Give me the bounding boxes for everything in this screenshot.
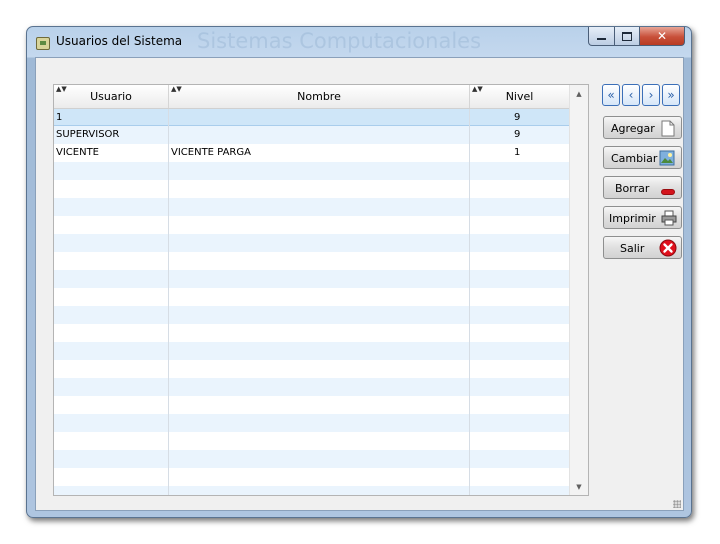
borrar-label: Borrar	[615, 182, 650, 195]
caption-buttons: ✕	[588, 27, 685, 46]
minus-icon	[661, 185, 675, 198]
agregar-label: Agregar	[611, 122, 655, 135]
resize-grip-icon[interactable]	[673, 500, 681, 508]
table-row[interactable]: VICENTE VICENTE PARGA 1	[54, 144, 569, 162]
users-grid[interactable]: 1 9 SUPERVISOR 9 VICENTE VICENTE PARGA 1	[53, 84, 589, 496]
agregar-button[interactable]: Agregar	[603, 116, 682, 139]
sort-icon: ▲▼	[171, 85, 182, 93]
table-header: ▲▼ Usuario ▲▼ Nombre ▲▼ Nivel	[54, 85, 569, 109]
exit-icon	[659, 239, 677, 260]
new-document-icon	[661, 120, 675, 140]
cell-nivel: 9	[514, 129, 521, 140]
maximize-icon	[622, 31, 632, 41]
stripe-row	[54, 450, 569, 468]
stripe-row	[54, 162, 569, 180]
cell-usuario: VICENTE	[56, 147, 99, 158]
next-record-button[interactable]: ›	[642, 84, 660, 106]
cambiar-button[interactable]: Cambiar	[603, 146, 682, 169]
header-label: Nombre	[297, 90, 341, 103]
cell-nivel: 9	[514, 112, 521, 123]
stripe-row	[54, 486, 569, 495]
window-title: Usuarios del Sistema	[56, 34, 183, 48]
title-watermark: Sistemas Computacionales	[197, 29, 482, 53]
header-nombre[interactable]: ▲▼ Nombre	[169, 85, 470, 108]
minimize-icon	[597, 38, 606, 40]
double-chevron-left-icon: «	[607, 88, 615, 102]
minimize-button[interactable]	[588, 27, 615, 46]
salir-label: Salir	[620, 242, 645, 255]
stripe-row	[54, 270, 569, 288]
chevron-right-icon: ›	[648, 88, 654, 102]
header-usuario[interactable]: ▲▼ Usuario	[54, 85, 169, 108]
users-window: Sistemas Computacionales Usuarios del Si…	[26, 26, 692, 518]
title-bar[interactable]: Sistemas Computacionales Usuarios del Si…	[27, 27, 691, 56]
imprimir-button[interactable]: Imprimir	[603, 206, 682, 229]
sort-icon: ▲▼	[472, 85, 483, 93]
vertical-scrollbar[interactable]: ▲ ▼	[569, 85, 588, 495]
record-navigation: « ‹ › »	[602, 84, 680, 106]
column-divider	[168, 108, 169, 495]
scroll-up-icon[interactable]: ▲	[570, 85, 588, 102]
header-nivel[interactable]: ▲▼ Nivel	[470, 85, 569, 108]
window-client-area: 1 9 SUPERVISOR 9 VICENTE VICENTE PARGA 1	[35, 57, 684, 511]
table-row[interactable]: SUPERVISOR 9	[54, 126, 569, 144]
cell-usuario: SUPERVISOR	[56, 129, 120, 140]
borrar-button[interactable]: Borrar	[603, 176, 682, 199]
last-record-button[interactable]: »	[662, 84, 680, 106]
close-button[interactable]: ✕	[640, 27, 685, 46]
header-label: Usuario	[90, 90, 132, 103]
stripe-row	[54, 306, 569, 324]
column-divider	[469, 108, 470, 495]
double-chevron-right-icon: »	[667, 88, 675, 102]
cell-usuario: 1	[56, 112, 63, 123]
grid-body: 1 9 SUPERVISOR 9 VICENTE VICENTE PARGA 1	[54, 85, 569, 495]
stripe-row	[54, 234, 569, 252]
salir-button[interactable]: Salir	[603, 236, 682, 259]
stripe-row	[54, 414, 569, 432]
cell-nombre: VICENTE PARGA	[171, 147, 251, 158]
printer-icon	[661, 210, 677, 229]
previous-record-button[interactable]: ‹	[622, 84, 640, 106]
stripe-row	[54, 198, 569, 216]
edit-image-icon	[659, 150, 675, 169]
maximize-button[interactable]	[615, 27, 640, 46]
sort-icon: ▲▼	[56, 85, 67, 93]
stripe-row	[54, 378, 569, 396]
cambiar-label: Cambiar	[611, 152, 658, 165]
scroll-down-icon[interactable]: ▼	[570, 478, 588, 495]
first-record-button[interactable]: «	[602, 84, 620, 106]
close-icon: ✕	[656, 29, 668, 43]
header-label: Nivel	[505, 90, 534, 103]
stripe-row	[54, 342, 569, 360]
chevron-left-icon: ‹	[628, 88, 634, 102]
app-icon	[36, 37, 50, 50]
table-row[interactable]: 1 9	[54, 108, 569, 126]
cell-nivel: 1	[514, 147, 521, 158]
imprimir-label: Imprimir	[609, 212, 656, 225]
